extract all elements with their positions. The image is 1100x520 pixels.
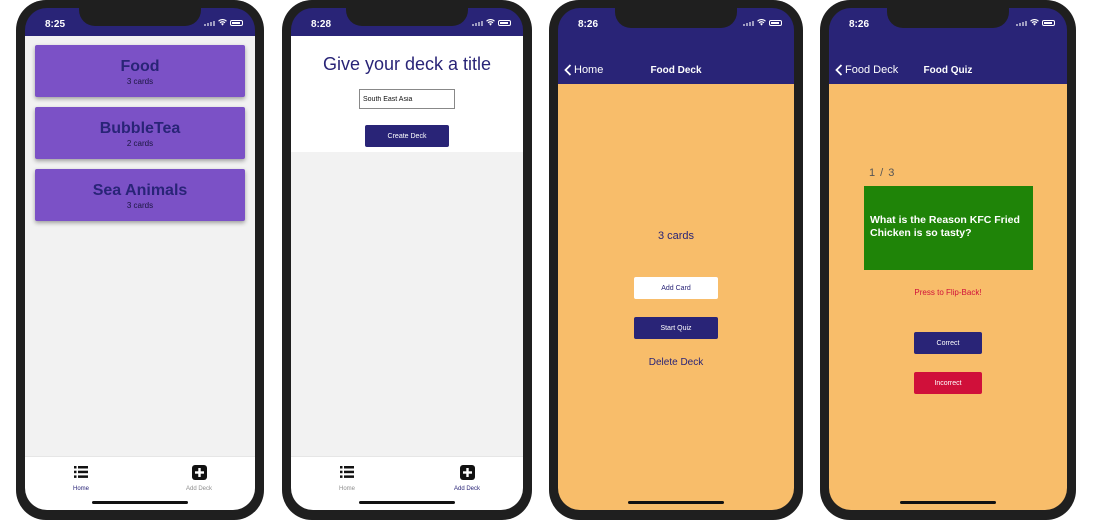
status-bar: 8:25 [25,8,255,36]
cellular-signal-icon [472,20,483,26]
home-indicator [628,501,724,504]
start-quiz-button[interactable]: Start Quiz [634,317,718,339]
status-icons [743,19,782,26]
phone-deck-detail: 8:26 Home Food Deck 3 cards Add Card Sta… [549,0,803,520]
deck-title: Food [120,58,160,75]
deck-card-count: 3 cards [126,77,154,86]
create-deck-button[interactable]: Create Deck [365,125,449,147]
phone-notch [79,8,201,26]
cellular-signal-icon [204,20,215,26]
battery-icon [1042,19,1055,26]
deck-title: BubbleTea [99,120,181,137]
deck-card-count: 3 cards [657,230,695,242]
nav-bar: Food Deck Food Quiz [829,56,1067,84]
flip-card-button[interactable]: Press to Flip-Back! [829,288,1067,297]
status-bar: 8:28 [291,8,523,36]
phone-notch [887,8,1009,28]
quiz-body: 1 / 3 What is the Reason KFC Fried Chick… [829,84,1067,510]
battery-icon [498,19,511,26]
deck-card-food[interactable]: Food 3 cards [35,45,245,97]
battery-icon [769,19,782,26]
screen-add-deck: 8:28 Give your deck a title Create Deck [291,8,523,510]
deck-title-input[interactable] [359,89,455,109]
phone-add-deck: 8:28 Give your deck a title Create Deck [282,0,532,520]
wifi-icon [486,19,495,26]
new-deck-form: Give your deck a title Create Deck [291,36,523,152]
wifi-icon [218,19,227,26]
list-icon [307,464,387,480]
page-title: Give your deck a title [322,54,492,74]
tab-home-label: Home [338,486,355,492]
cellular-signal-icon [1016,20,1027,26]
incorrect-button[interactable]: Incorrect [914,372,982,394]
phone-decks-list: 8:25 Food 3 cards BubbleTea 2 cards Sea [16,0,264,520]
status-bar: 8:26 [829,8,1067,56]
nav-title: Food Quiz [923,65,973,76]
status-icons [1016,19,1055,26]
deck-card-sea-animals[interactable]: Sea Animals 3 cards [35,169,245,221]
tab-add-deck-label: Add Deck [185,486,212,492]
question-card[interactable]: What is the Reason KFC Fried Chicken is … [864,186,1033,270]
delete-deck-button[interactable]: Delete Deck [558,357,794,368]
tab-home-label: Home [72,486,89,492]
battery-icon [230,19,243,26]
tab-bar: Home Add Deck [25,456,255,510]
deck-card-bubbletea[interactable]: BubbleTea 2 cards [35,107,245,159]
phone-notch [615,8,737,28]
deck-detail-body: 3 cards Add Card Start Quiz Delete Deck [558,84,794,510]
empty-area [291,152,523,456]
quiz-progress: 1 / 3 [869,167,896,179]
nav-bar: Home Food Deck [558,56,794,84]
deck-card-count: 2 cards [126,139,154,148]
cellular-signal-icon [743,20,754,26]
tab-add-deck-label: Add Deck [453,486,480,492]
tab-add-deck[interactable]: Add Deck [159,464,239,492]
add-card-button[interactable]: Add Card [634,277,718,299]
status-icons [472,19,511,26]
screen-quiz: 8:26 Food Deck Food Quiz 1 / 3 What is t… [829,8,1067,510]
tab-add-deck[interactable]: Add Deck [427,464,507,492]
correct-button[interactable]: Correct [914,332,982,354]
home-indicator [359,501,455,504]
list-icon [41,464,121,480]
status-time: 8:26 [849,19,870,30]
phone-notch [346,8,468,26]
home-indicator [900,501,996,504]
status-time: 8:28 [311,19,332,30]
tab-home[interactable]: Home [41,464,121,492]
tab-home[interactable]: Home [307,464,387,492]
home-indicator [92,501,188,504]
status-time: 8:25 [45,19,66,30]
nav-title: Food Deck [650,65,702,76]
status-bar: 8:26 [558,8,794,56]
wifi-icon [757,19,766,26]
phone-quiz: 8:26 Food Deck Food Quiz 1 / 3 What is t… [820,0,1076,520]
status-icons [204,19,243,26]
plus-square-icon [159,464,239,480]
deck-title: Sea Animals [92,182,188,199]
wifi-icon [1030,19,1039,26]
screen-deck-detail: 8:26 Home Food Deck 3 cards Add Card Sta… [558,8,794,510]
deck-card-count: 3 cards [126,201,154,210]
screen-decks-list: 8:25 Food 3 cards BubbleTea 2 cards Sea [25,8,255,510]
deck-list: Food 3 cards BubbleTea 2 cards Sea Anima… [25,36,255,456]
tab-bar: Home Add Deck [291,456,523,510]
plus-square-icon [427,464,507,480]
status-time: 8:26 [578,19,599,30]
screenshot-collage: 8:25 Food 3 cards BubbleTea 2 cards Sea [0,0,1100,520]
